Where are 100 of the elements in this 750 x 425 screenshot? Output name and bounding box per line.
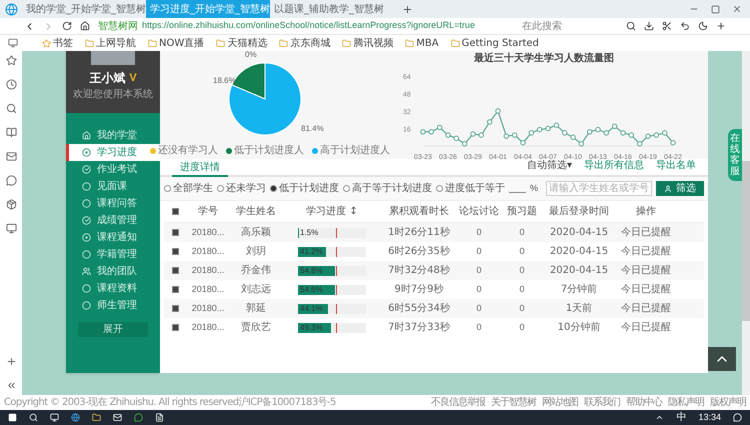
maximize-icon[interactable] [711,4,720,14]
back-to-top-button[interactable] [708,347,736,371]
filter-button[interactable]: 筛选 [656,181,704,196]
table-cell-text: 0 [476,320,482,334]
browser-tab[interactable]: 以题课_辅助教学_智慧树 [270,0,394,18]
notification-icon[interactable] [733,413,742,422]
bookmark-link[interactable]: MBA [405,36,439,50]
online-service-tab[interactable]: 在线客服 [728,129,742,181]
footer-link[interactable]: 网站地图 [542,395,578,410]
sidebar-item[interactable]: 师生管理 [66,297,160,314]
footer-link[interactable]: 联系我们 [584,395,620,410]
close-icon[interactable] [732,4,742,14]
sidebar-item[interactable]: 课程问答 [66,195,160,212]
browser-logo-icon[interactable] [4,2,18,16]
globe-icon[interactable] [71,413,80,422]
plus-icon[interactable] [716,21,726,31]
footer-link[interactable]: 版权声明 [710,395,746,410]
checkbox[interactable] [172,324,178,331]
sidebar-item[interactable]: 成绩管理 [66,212,160,229]
download-icon[interactable] [644,21,654,31]
table-cell-text: 7时37分33秒 [388,320,450,335]
checkbox[interactable] [172,208,178,215]
collapse-icon[interactable] [6,380,16,391]
browser-search-field[interactable]: 在此搜索 [518,20,618,32]
data-point [670,140,676,146]
radio-button[interactable] [217,185,224,192]
toolbar-link[interactable]: 导出名单 [656,158,696,173]
data-point [586,129,592,134]
checkbox[interactable] [172,267,178,274]
home-icon[interactable] [80,21,90,31]
chat-icon[interactable] [134,413,143,422]
checkbox[interactable] [172,286,178,293]
bookmark-link[interactable]: 上网导航 [85,36,136,50]
moon-icon[interactable] [698,21,708,31]
new-tab-icon[interactable] [402,4,413,14]
sidebar-item[interactable]: 课程资料 [66,280,160,297]
address-field[interactable]: 智慧树网 https://online.zhihuishu.com/onlineSchool/notice/listLearnProgress?ignoreURL=true [98,18,510,34]
chart-title: 最近三十天学生学习人数流量图 [474,51,614,66]
start-icon[interactable] [8,413,17,422]
checkbox[interactable] [172,229,178,236]
search-icon[interactable] [626,21,636,31]
bookmark-link[interactable]: 书签 [42,36,73,50]
radio-button[interactable] [270,185,277,192]
data-point [595,126,601,132]
toolbar-link[interactable]: 导出所有信息 [584,158,644,173]
toolbar-link[interactable]: 自动筛选▾ [526,158,572,173]
bookmark-link[interactable]: 腾讯视频 [342,36,394,50]
star-icon[interactable] [6,55,16,66]
column-header: 累积观看时长 [389,204,449,219]
table-cell-text: 20180... [192,302,224,315]
checkbox[interactable] [172,305,178,312]
plus-icon[interactable] [6,356,16,367]
footer-link[interactable]: 帮助中心 [626,395,662,410]
bookmark-link[interactable]: 天猫精选 [216,36,268,50]
plan-marker [336,304,338,314]
chat-icon[interactable] [6,175,16,186]
radio-label: 进度低于等于 [445,182,505,196]
table-cell-text: 6时26分35秒 [388,244,450,259]
security-label: 智慧树网 [98,20,138,34]
plan-marker [336,246,338,256]
document-icon[interactable] [155,413,164,422]
sidebar-item[interactable]: 我的学堂 [66,127,160,144]
radio-button[interactable] [164,185,171,192]
bookmark-link[interactable]: NOW直播 [148,36,204,50]
bookmark-link[interactable]: 京东商城 [279,36,330,50]
checkbox[interactable] [172,248,178,255]
sidebar-item[interactable]: 我的团队 [66,263,160,280]
footer-link[interactable]: 隐私声明 [668,395,704,410]
radio-button[interactable] [436,185,443,192]
bookmark-link[interactable]: Getting Started [450,36,539,50]
scrollbar[interactable] [742,51,750,395]
scissors-icon[interactable] [662,21,672,31]
sidebar-item[interactable]: 课程通知 [66,229,160,246]
table-cell-text: 20180... [192,282,224,296]
expand-button[interactable]: 展开 [78,322,148,337]
task-view-icon[interactable] [50,413,59,422]
sidebar-item[interactable]: 学籍管理 [66,246,160,263]
book-icon[interactable] [6,127,16,138]
table-cell-text: 2020-04-15 [550,226,608,240]
folder-icon[interactable] [92,413,101,422]
ime-indicator[interactable]: 中 [676,410,686,425]
student-search-field[interactable]: 请输入学生姓名或学号 [546,181,652,196]
sidebar-toggle-icon[interactable] [8,38,18,48]
data-point [478,132,484,138]
reload-icon[interactable] [62,21,72,31]
radio-button[interactable] [343,185,350,192]
copyright-text: Copyright © 2003-现在 Zhihuishu. All rights reserved沪ICP备10007183号-5 [4,396,336,410]
browser-tab[interactable]: 我的学堂_开始学堂_智慧树 [22,0,146,18]
footer-link[interactable]: 不良信息举报 [431,395,485,410]
package-icon[interactable] [6,199,16,210]
chevron-up-icon[interactable] [655,413,664,422]
sidebar-item[interactable]: 作业考试 [66,161,160,178]
sidebar-item[interactable]: 见面课 [66,178,160,195]
clock-icon[interactable] [6,79,16,90]
undo-icon[interactable] [680,21,690,31]
monitor-icon[interactable] [6,223,16,234]
footer-link[interactable]: 关于智慧树 [491,395,536,410]
browser-tab[interactable]: 学习进度_开始学堂_智慧树 [146,0,270,18]
data-point [454,136,460,142]
data-point [428,129,434,134]
